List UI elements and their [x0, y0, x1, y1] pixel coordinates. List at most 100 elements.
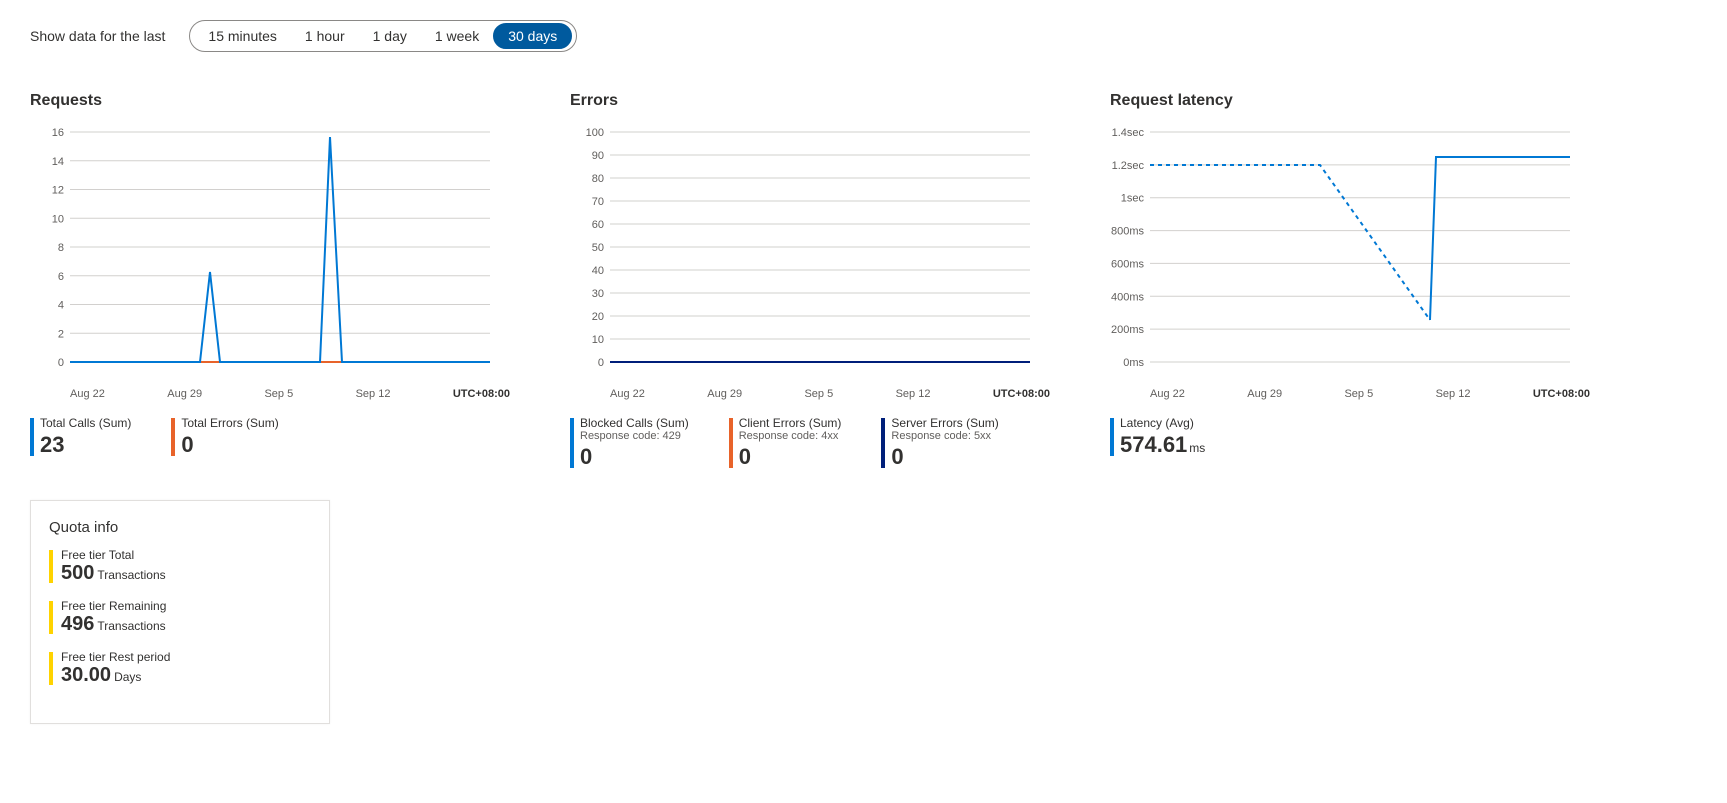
- gridlines: [1150, 132, 1570, 362]
- x-axis-requests: Aug 22Aug 29Sep 5Sep 12UTC+08:00: [30, 388, 510, 400]
- svg-text:1.4sec: 1.4sec: [1112, 127, 1145, 139]
- svg-text:40: 40: [592, 265, 604, 277]
- svg-text:100: 100: [586, 127, 604, 139]
- x-tick: Sep 12: [1436, 388, 1471, 400]
- range-option-1h[interactable]: 1 hour: [291, 24, 359, 48]
- series-latency-solid: [1430, 157, 1570, 320]
- y-labels: 0 2 4 6 8 10 12 14 16: [52, 127, 64, 369]
- svg-text:2: 2: [58, 328, 64, 340]
- metric-label: Server Errors (Sum): [891, 416, 998, 430]
- metric-value: 0: [891, 444, 998, 470]
- metric-label: Total Calls (Sum): [40, 416, 131, 430]
- svg-text:0: 0: [598, 357, 604, 369]
- svg-text:50: 50: [592, 242, 604, 254]
- x-tick: Sep 5: [1344, 388, 1373, 400]
- svg-text:8: 8: [58, 242, 64, 254]
- x-tick: Aug 22: [610, 388, 645, 400]
- x-axis-latency: Aug 22 Aug 29 Sep 5 Sep 12 UTC+08:00: [1110, 388, 1590, 400]
- quota-label: Free tier Rest period: [61, 650, 311, 664]
- svg-text:6: 6: [58, 271, 64, 283]
- quota-value: 496Transactions: [61, 613, 311, 636]
- metric-value: 0: [580, 444, 689, 470]
- timezone-label: UTC+08:00: [1533, 388, 1590, 400]
- metric-sublabel: Response code: 4xx: [739, 430, 842, 442]
- range-option-30d[interactable]: 30 days: [493, 23, 572, 49]
- metrics-latency: Latency (Avg) 574.61ms: [1110, 416, 1590, 458]
- timezone-label: UTC+08:00: [993, 388, 1050, 400]
- metrics-requests: Total Calls (Sum) 23 Total Errors (Sum) …: [30, 416, 510, 458]
- svg-text:0: 0: [58, 357, 64, 369]
- svg-text:20: 20: [592, 311, 604, 323]
- quota-item-rest: Free tier Rest period 30.00Days: [49, 650, 311, 687]
- gridlines: [610, 132, 1030, 362]
- svg-text:30: 30: [592, 288, 604, 300]
- y-labels: 0ms 200ms 400ms 600ms 800ms 1sec 1.2sec 1.4sec: [1111, 127, 1145, 369]
- svg-text:600ms: 600ms: [1111, 258, 1145, 270]
- chart-plot-errors[interactable]: 0 10 20 30 40 50 60 70 80 90 100: [570, 122, 1050, 382]
- chart-latency: Request latency 0ms 200ms 400ms 600ms 800ms 1…: [1110, 92, 1590, 470]
- quota-card: Quota info Free tier Total 500Transactio…: [30, 500, 330, 724]
- svg-text:10: 10: [52, 213, 64, 225]
- x-tick: Sep 12: [356, 388, 391, 400]
- metric-label: Blocked Calls (Sum): [580, 416, 689, 430]
- x-tick: Sep 5: [264, 388, 293, 400]
- svg-text:400ms: 400ms: [1111, 291, 1145, 303]
- svg-text:10: 10: [592, 334, 604, 346]
- metric-blocked-calls: Blocked Calls (Sum) Response code: 429 0: [570, 416, 689, 470]
- range-option-1d[interactable]: 1 day: [359, 24, 421, 48]
- chart-requests: Requests 0246810121416 Aug 22Aug 29Sep 5…: [30, 92, 510, 470]
- x-tick: Sep 12: [896, 388, 931, 400]
- time-range-row: Show data for the last 15 minutes 1 hour…: [30, 20, 1697, 52]
- chart-errors: Errors 0102030405060708090100 Aug 22Aug …: [570, 92, 1050, 470]
- svg-text:16: 16: [52, 127, 64, 139]
- x-tick: Aug 29: [167, 388, 202, 400]
- metric-total-errors: Total Errors (Sum) 0: [171, 416, 278, 458]
- quota-value: 500Transactions: [61, 562, 311, 585]
- range-option-1w[interactable]: 1 week: [421, 24, 493, 48]
- svg-text:80: 80: [592, 173, 604, 185]
- x-tick: Aug 29: [707, 388, 742, 400]
- metric-value: 0: [181, 432, 278, 458]
- quota-item-total: Free tier Total 500Transactions: [49, 548, 311, 585]
- chart-plot-requests[interactable]: 0 2 4 6 8 10 12 14 16: [30, 122, 510, 382]
- svg-text:1sec: 1sec: [1121, 193, 1145, 205]
- x-axis-errors: Aug 22 Aug 29 Sep 5 Sep 12 UTC+08:00: [570, 388, 1050, 400]
- metric-value: 23: [40, 432, 131, 458]
- metric-sublabel: Response code: 429: [580, 430, 689, 442]
- chart-title: Requests: [30, 92, 510, 110]
- svg-text:0ms: 0ms: [1123, 357, 1144, 369]
- metric-label: Latency (Avg): [1120, 416, 1205, 430]
- y-labels: 0 10 20 30 40 50 60 70 80 90 100: [586, 127, 604, 369]
- metric-label: Client Errors (Sum): [739, 416, 842, 430]
- gridlines: [70, 132, 490, 362]
- metrics-errors: Blocked Calls (Sum) Response code: 429 0…: [570, 416, 1050, 470]
- metric-label: Total Errors (Sum): [181, 416, 278, 430]
- metric-sublabel: Response code: 5xx: [891, 430, 998, 442]
- metric-value: 0: [739, 444, 842, 470]
- svg-text:800ms: 800ms: [1111, 226, 1145, 238]
- chart-plot-latency[interactable]: 0ms 200ms 400ms 600ms 800ms 1sec 1.2sec 1.4sec: [1110, 122, 1590, 382]
- quota-value: 30.00Days: [61, 664, 311, 687]
- x-tick: Aug 29: [1247, 388, 1282, 400]
- quota-label: Free tier Total: [61, 548, 311, 562]
- metric-client-errors: Client Errors (Sum) Response code: 4xx 0: [729, 416, 842, 470]
- svg-text:12: 12: [52, 185, 64, 197]
- metric-value: 574.61ms: [1120, 432, 1205, 458]
- x-tick: Sep 5: [804, 388, 833, 400]
- chart-title: Request latency: [1110, 92, 1590, 110]
- svg-text:70: 70: [592, 196, 604, 208]
- metric-server-errors: Server Errors (Sum) Response code: 5xx 0: [881, 416, 998, 470]
- svg-text:4: 4: [58, 300, 64, 312]
- metric-total-calls: Total Calls (Sum) 23: [30, 416, 131, 458]
- svg-text:60: 60: [592, 219, 604, 231]
- series-total-calls: [70, 137, 490, 362]
- time-range-picker: 15 minutes 1 hour 1 day 1 week 30 days: [189, 20, 577, 52]
- svg-text:14: 14: [52, 156, 64, 168]
- svg-text:1.2sec: 1.2sec: [1112, 160, 1145, 172]
- svg-text:200ms: 200ms: [1111, 324, 1145, 336]
- x-tick: Aug 22: [1150, 388, 1185, 400]
- chart-title: Errors: [570, 92, 1050, 110]
- quota-title: Quota info: [49, 519, 311, 536]
- svg-text:90: 90: [592, 150, 604, 162]
- range-option-15m[interactable]: 15 minutes: [194, 24, 290, 48]
